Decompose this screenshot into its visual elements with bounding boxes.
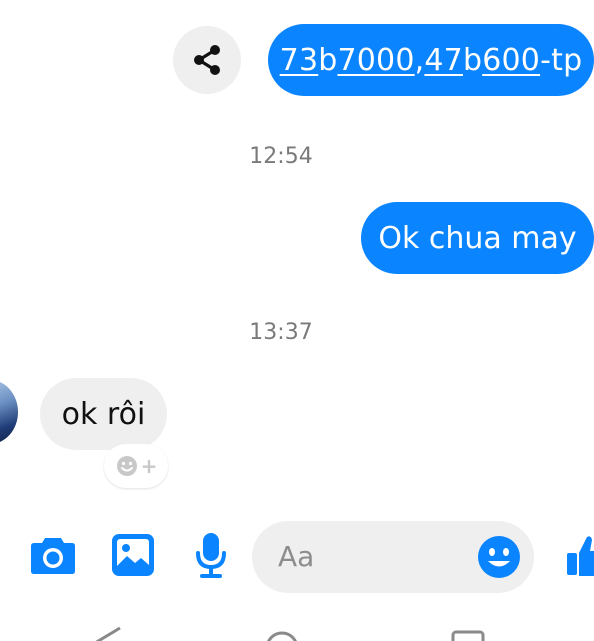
emoji-icon[interactable] bbox=[476, 534, 522, 580]
recents-icon[interactable] bbox=[448, 626, 488, 641]
back-icon[interactable] bbox=[82, 626, 122, 641]
message-text-segment[interactable]: 7000 bbox=[337, 43, 414, 78]
contact-avatar[interactable] bbox=[0, 380, 18, 444]
message-text-segment[interactable]: 47 bbox=[424, 43, 463, 78]
message-timestamp: 12:54 bbox=[249, 144, 313, 169]
image-icon bbox=[112, 534, 154, 576]
home-icon[interactable] bbox=[262, 626, 302, 641]
message-text-segment: -tp bbox=[540, 42, 583, 78]
outgoing-message-bubble[interactable]: Ok chua may bbox=[361, 202, 594, 274]
message-text: Ok chua may bbox=[378, 220, 577, 256]
voice-message-button[interactable] bbox=[186, 530, 236, 580]
camera-icon bbox=[31, 538, 75, 574]
microphone-icon bbox=[196, 533, 226, 578]
plus-icon: + bbox=[140, 454, 158, 478]
message-input[interactable]: Aa bbox=[252, 521, 534, 593]
thumbs-up-icon bbox=[567, 536, 594, 576]
message-text: ok rôi bbox=[61, 396, 146, 432]
gallery-button[interactable] bbox=[108, 530, 158, 580]
message-text-segment[interactable]: 600 bbox=[482, 43, 540, 78]
like-button[interactable] bbox=[560, 530, 594, 580]
incoming-message-bubble[interactable]: ok rôi bbox=[40, 378, 167, 450]
share-icon bbox=[194, 45, 220, 75]
message-timestamp: 13:37 bbox=[249, 320, 313, 345]
camera-button[interactable] bbox=[28, 530, 78, 580]
chat-screen: 73b7000,47b600-tp 12:54 Ok chua may 13:3… bbox=[0, 0, 594, 641]
share-button[interactable] bbox=[173, 26, 241, 94]
message-text-segment: b bbox=[318, 42, 338, 78]
outgoing-message-bubble[interactable]: 73b7000,47b600-tp bbox=[268, 24, 594, 96]
message-text-segment[interactable]: 73 bbox=[280, 43, 319, 78]
message-text-segment: b bbox=[462, 42, 483, 78]
add-reaction-button[interactable]: + bbox=[104, 444, 168, 488]
add-reaction-icon bbox=[116, 456, 137, 476]
message-text-segment: , bbox=[414, 42, 425, 78]
message-link-text[interactable]: 73b7000,47b600-tp bbox=[280, 43, 583, 78]
message-input-placeholder: Aa bbox=[278, 540, 315, 573]
